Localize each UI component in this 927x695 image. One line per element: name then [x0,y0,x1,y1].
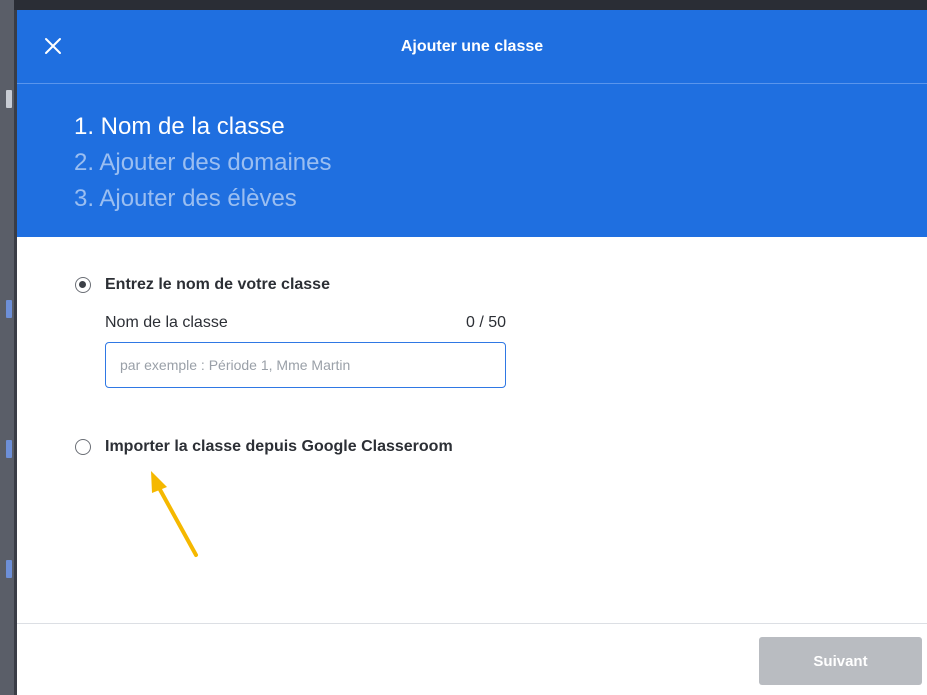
option-enter-class-name[interactable]: Entrez le nom de votre classe [75,276,330,294]
close-button[interactable] [41,34,65,58]
radio-enter-class-name[interactable] [75,277,91,293]
backdrop-mark [6,440,12,458]
backdrop-top-bar [0,0,927,10]
add-class-modal: Ajouter une classe 1. Nom de la classe 2… [17,10,927,695]
class-name-label: Nom de la classe [105,314,228,331]
option-import-google-classroom[interactable]: Importer la classe depuis Google Classer… [75,438,453,456]
modal-title: Ajouter une classe [400,38,544,55]
annotation-arrow-icon [139,468,199,568]
class-name-input[interactable] [105,342,506,388]
backdrop-mark [6,560,12,578]
step-add-domains: 2. Ajouter des domaines [74,149,332,176]
class-name-char-counter: 0 / 50 [465,314,506,331]
backdrop-mark [6,300,12,318]
step-name-class: 1. Nom de la classe [74,113,285,140]
footer-divider [17,623,927,624]
option-enter-class-name-label: Entrez le nom de votre classe [105,276,330,293]
next-button[interactable]: Suivant [759,637,922,685]
modal-header: Ajouter une classe [17,10,927,84]
step-add-students: 3. Ajouter des élèves [74,185,297,212]
option-import-google-classroom-label: Importer la classe depuis Google Classer… [105,438,453,455]
stepper: 1. Nom de la classe 2. Ajouter des domai… [17,84,927,237]
radio-import-google-classroom[interactable] [75,439,91,455]
close-icon [45,38,61,54]
backdrop-mark [6,90,12,108]
